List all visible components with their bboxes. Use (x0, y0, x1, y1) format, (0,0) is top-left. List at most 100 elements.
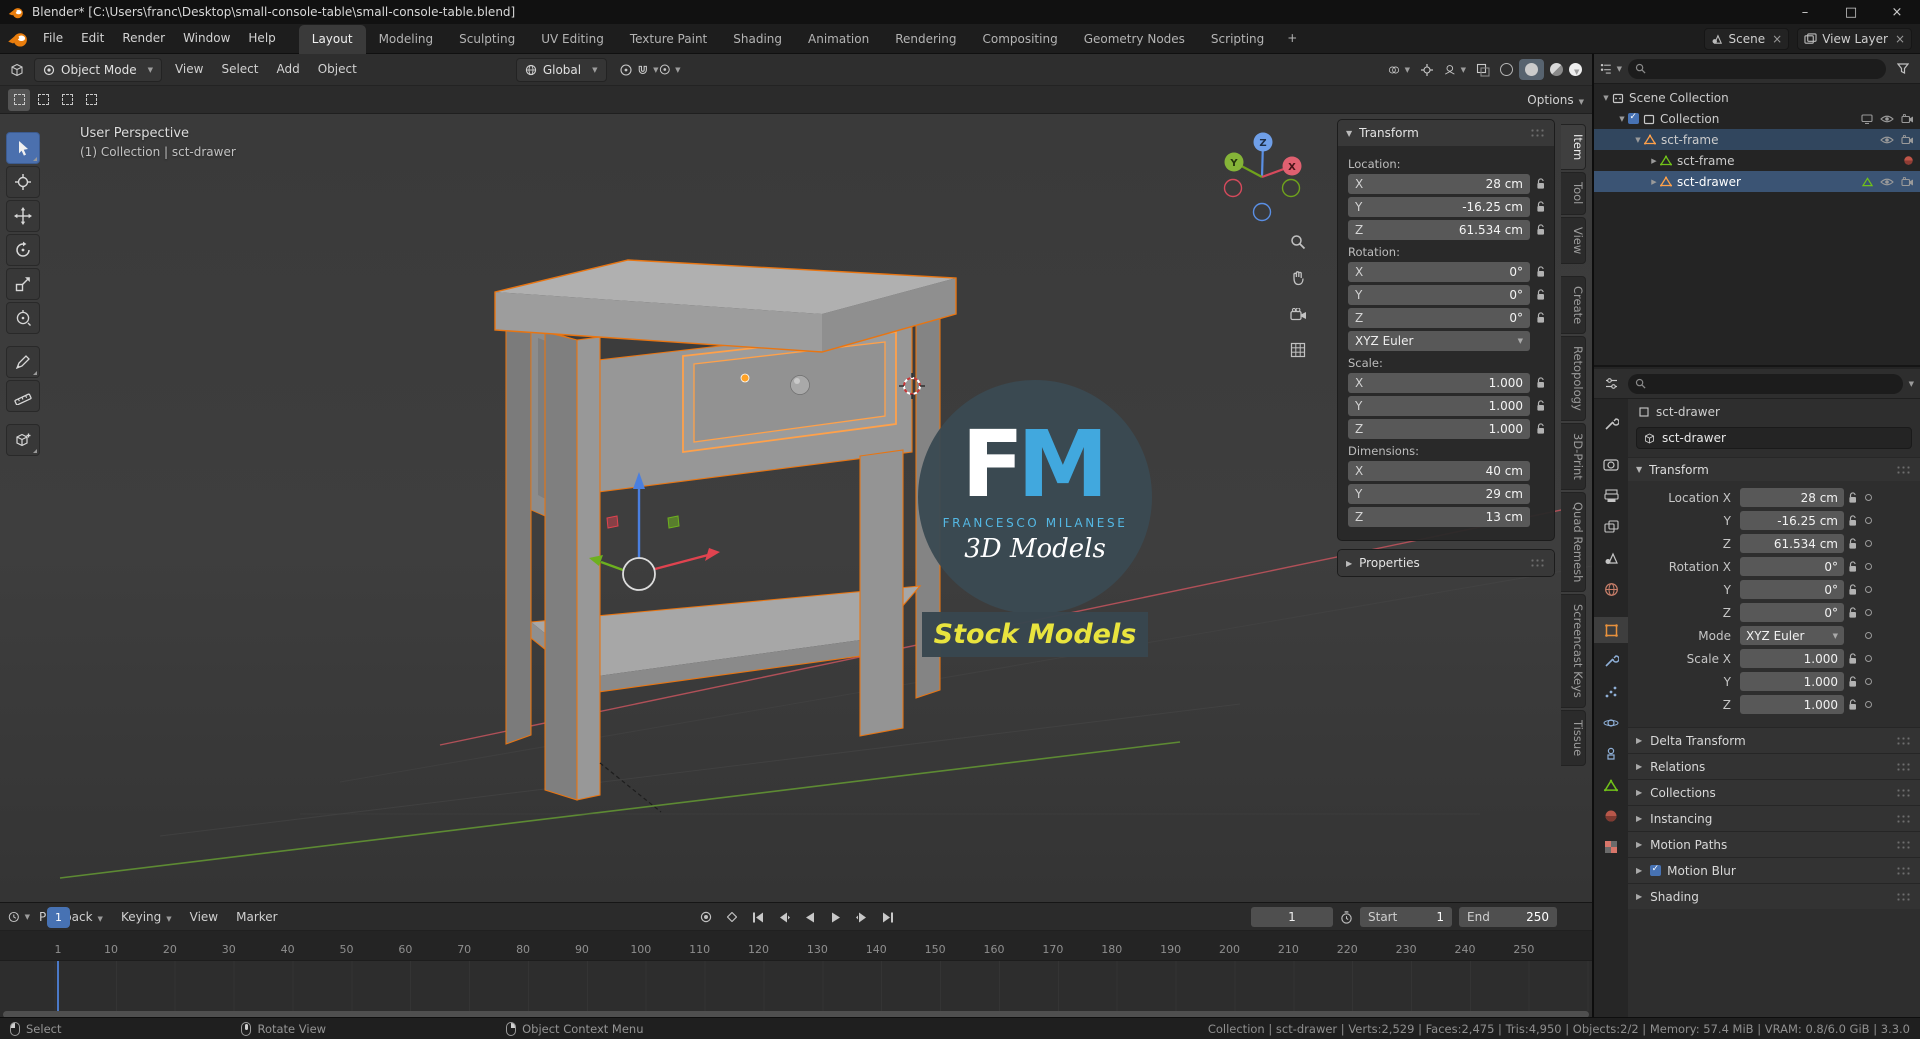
menu-item[interactable]: Edit (72, 24, 113, 53)
value-field[interactable]: XYZ Euler ▼ (1740, 626, 1844, 645)
maximize-button[interactable]: □ (1828, 0, 1874, 24)
dimensions-z-field[interactable]: Z 13 cm (1348, 507, 1530, 527)
transform-orientation-dropdown[interactable]: Global (515, 57, 607, 82)
select-box-tool[interactable] (6, 132, 40, 164)
panel-grip[interactable] (1896, 865, 1912, 876)
workspace-tab[interactable]: Compositing (969, 25, 1070, 54)
move-tool[interactable] (6, 200, 40, 232)
camera-view-button[interactable] (1286, 302, 1310, 326)
show-overlays-icon[interactable] (1444, 58, 1466, 82)
value-field[interactable]: -16.25 cm▼ (1740, 511, 1844, 530)
tab-material-icon[interactable] (1594, 803, 1628, 829)
next-keyframe-button[interactable] (851, 907, 873, 927)
value-field[interactable]: 0°▼ (1740, 603, 1844, 622)
n-panel-tab[interactable]: Tool (1561, 172, 1586, 215)
timeline-editor-icon[interactable] (8, 905, 30, 929)
animate-dot[interactable] (1865, 586, 1872, 593)
tab-modifiers-icon[interactable] (1594, 648, 1628, 674)
properties-section[interactable]: ▶ Collections (1628, 779, 1920, 805)
lock-icon[interactable] (1530, 266, 1546, 278)
timeline-menu-item[interactable]: Keying (112, 910, 181, 924)
keying-set-icon[interactable] (721, 907, 743, 927)
location-x-field[interactable]: X 28 cm (1348, 174, 1530, 194)
expand-caret-icon[interactable]: ▼ (1632, 136, 1644, 144)
value-field[interactable]: 1.000▼ (1740, 649, 1844, 668)
n-panel-tab[interactable]: 3D-Print (1561, 422, 1586, 490)
expand-caret-icon[interactable]: ▼ (1600, 94, 1612, 102)
cursor-tool[interactable] (6, 166, 40, 198)
panel-grip[interactable] (1896, 787, 1912, 798)
panel-grip[interactable] (1896, 735, 1912, 746)
outliner-row-collection[interactable]: ▼ Collection (1594, 108, 1920, 129)
n-panel-tab[interactable]: Retopology (1561, 336, 1586, 421)
axis-negz-ball[interactable] (1252, 202, 1272, 222)
n-panel-tab[interactable]: Tissue (1561, 709, 1586, 767)
scale-y-field[interactable]: Y 1.000 (1348, 396, 1530, 416)
animate-dot[interactable] (1865, 540, 1872, 547)
current-frame-field[interactable]: 1 (1251, 907, 1333, 927)
transform-panel-header[interactable]: ▼ Transform (1338, 120, 1554, 146)
animate-dot[interactable] (1865, 655, 1872, 662)
properties-section[interactable]: ▶ Motion Blur (1628, 857, 1920, 883)
shading-rendered-icon[interactable] (1569, 63, 1582, 76)
workspace-tab[interactable]: Shading (720, 25, 795, 54)
chevron-down-icon[interactable]: ▼ (1909, 380, 1914, 388)
camera-icon[interactable] (1901, 134, 1914, 145)
workspace-tab[interactable]: UV Editing (528, 25, 617, 54)
timeline-ruler[interactable]: 1 10 20 30 40 50 60 70 80 90 100 110 120 130 140 150 160… (0, 931, 1592, 961)
n-panel-tab[interactable]: Item (1561, 124, 1586, 171)
lock-icon[interactable] (1844, 675, 1862, 688)
select-mode-intersect-icon[interactable] (80, 89, 102, 111)
current-frame-marker[interactable]: 1 (47, 907, 70, 928)
workspace-tab[interactable]: Rendering (882, 25, 969, 54)
scale-x-field[interactable]: X 1.000 (1348, 373, 1530, 393)
view-layer-selector[interactable]: View Layer × (1797, 27, 1912, 50)
workspace-tab[interactable]: Layout (298, 24, 366, 54)
lock-icon[interactable] (1844, 560, 1862, 573)
workspace-tab[interactable]: Sculpting (446, 25, 528, 54)
scale-tool[interactable] (6, 268, 40, 300)
lock-icon[interactable] (1844, 583, 1862, 596)
blender-logo[interactable] (8, 31, 28, 47)
menu-item[interactable]: Help (239, 24, 284, 53)
tab-view-layer-icon[interactable] (1594, 514, 1628, 540)
properties-section[interactable]: ▶ Delta Transform (1628, 727, 1920, 753)
outliner-search-input[interactable] (1628, 58, 1886, 79)
rotation-y-field[interactable]: Y 0° (1348, 285, 1530, 305)
add-workspace-button[interactable]: + (1277, 24, 1307, 53)
timeline-menu-item[interactable]: Playback (30, 910, 112, 924)
play-reverse-button[interactable] (799, 907, 821, 927)
eye-icon[interactable] (1880, 177, 1894, 187)
eye-icon[interactable] (1880, 135, 1894, 145)
lock-icon[interactable] (1844, 491, 1862, 504)
minimize-button[interactable]: – (1782, 0, 1828, 24)
properties-section[interactable]: ▶ Shading (1628, 883, 1920, 909)
lock-icon[interactable] (1530, 201, 1546, 213)
properties-search-input[interactable] (1628, 373, 1903, 394)
lock-icon[interactable] (1530, 312, 1546, 324)
lock-icon[interactable] (1844, 652, 1862, 665)
zoom-view-button[interactable] (1286, 230, 1310, 254)
table-model[interactable] (494, 259, 957, 813)
select-mode-set-icon[interactable] (8, 88, 30, 111)
rotation-z-field[interactable]: Z 0° (1348, 308, 1530, 328)
annotate-tool[interactable] (6, 346, 40, 378)
object-visibility-icon[interactable] (1388, 58, 1410, 82)
transform-pivot-icon[interactable] (615, 58, 637, 82)
jump-to-end-button[interactable] (877, 907, 899, 927)
animate-dot[interactable] (1865, 701, 1872, 708)
value-field[interactable]: 0°▼ (1740, 580, 1844, 599)
lock-icon[interactable] (1844, 514, 1862, 527)
frame-end-field[interactable]: End 250 (1459, 907, 1557, 927)
jump-to-start-button[interactable] (747, 907, 769, 927)
transform-tool[interactable] (6, 302, 40, 334)
n-panel-tab[interactable]: Quad Remesh (1561, 491, 1586, 593)
section-checkbox[interactable] (1650, 864, 1662, 876)
scale-z-field[interactable]: Z 1.000 (1348, 419, 1530, 439)
shading-wireframe-icon[interactable] (1500, 63, 1513, 76)
viewport-menu-item[interactable]: Add (268, 55, 309, 84)
lock-icon[interactable] (1530, 423, 1546, 435)
outliner-row-scene-collection[interactable]: ▼ Scene Collection (1594, 87, 1920, 108)
options-dropdown[interactable]: Options (1527, 93, 1584, 107)
viewport-3d[interactable]: User Perspective (1) Collection | sct-dr… (0, 114, 1592, 902)
